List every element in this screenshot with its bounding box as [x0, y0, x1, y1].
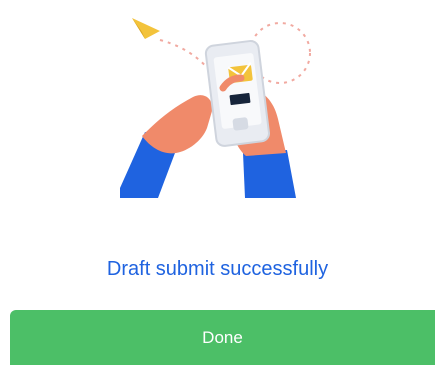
right-sleeve-icon	[243, 150, 296, 198]
done-button[interactable]: Done	[10, 310, 435, 365]
paper-plane-icon	[132, 18, 160, 39]
phone-send-mail-illustration	[120, 18, 311, 198]
success-message: Draft submit successfully	[106, 258, 329, 280]
draft-submitted-screen: Draft submit successfully Done	[0, 0, 435, 365]
left-hand-icon	[142, 95, 213, 154]
phone-home-icon	[232, 117, 249, 131]
